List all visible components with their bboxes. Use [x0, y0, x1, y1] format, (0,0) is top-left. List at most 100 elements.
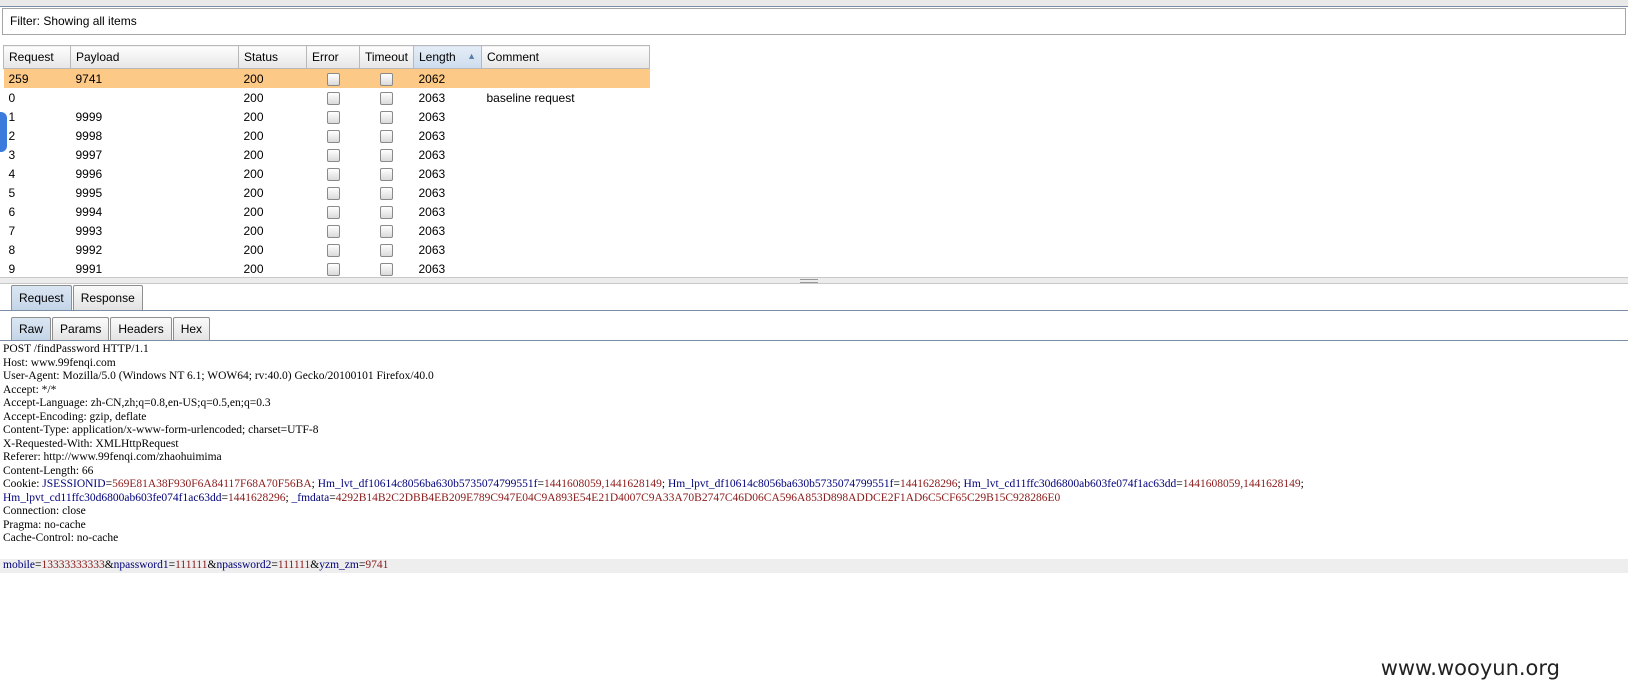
cookie-label: Cookie: [3, 478, 40, 490]
cell-request: 8 [8, 242, 16, 257]
table-row[interactable]: 1 9999 200 2063 [4, 107, 650, 126]
tab-hex[interactable]: Hex [172, 317, 211, 341]
cell-request: 5 [8, 185, 16, 200]
error-checkbox[interactable] [326, 224, 340, 238]
cell-timeout [360, 145, 414, 164]
body-param-name: npassword1 [113, 559, 169, 571]
timeout-checkbox[interactable] [380, 129, 393, 143]
error-checkbox[interactable] [326, 167, 340, 181]
error-checkbox[interactable] [326, 148, 340, 162]
table-row[interactable]: 4 9996 200 2063 [4, 164, 650, 183]
timeout-checkbox[interactable] [380, 243, 393, 257]
timeout-checkbox[interactable] [380, 148, 393, 162]
filter-text: Filter: Showing all items [10, 14, 137, 28]
table-row[interactable]: 9 9991 200 2063 [4, 259, 650, 278]
cell-timeout [360, 126, 414, 145]
table-row[interactable]: 2 9998 200 2063 [4, 126, 650, 145]
table-row[interactable]: 8 9992 200 2063 [4, 240, 650, 259]
tab-underline [0, 310, 1628, 311]
cell-error [307, 240, 360, 259]
raw-line: X-Requested-With: XMLHttpRequest [0, 438, 1628, 452]
column-header-request[interactable]: Request [3, 45, 71, 69]
cell-length: 2063 [418, 261, 446, 276]
cell-length: 2063 [418, 109, 446, 124]
cookie-name: Hm_lpvt_cd11ffc30d6800ab603fe074f1ac63dd [3, 491, 222, 504]
tab-params[interactable]: Params [52, 317, 110, 341]
tab-headers[interactable]: Headers [110, 317, 172, 341]
cell-error [306, 68, 360, 88]
cell-request: 9 [8, 261, 16, 276]
cell-request: 2 [8, 128, 16, 143]
cell-status: 200 [243, 223, 264, 238]
header-line-text: Content-Length: 66 [3, 464, 94, 477]
results-table-pane: Request Payload Status Error Timeout Len… [3, 45, 1628, 278]
cookie-value: 1441628296 [899, 478, 958, 490]
table-row[interactable]: 6 9994 200 2063 [4, 202, 650, 221]
table-row[interactable]: 259 9741 200 2062 [3, 68, 650, 88]
cell-request: 1 [8, 109, 16, 124]
column-header-status[interactable]: Status [238, 45, 307, 69]
timeout-checkbox[interactable] [380, 205, 393, 219]
split-pane-divider[interactable] [0, 277, 1628, 284]
header-line-text: Content-Type: application/x-www-form-url… [3, 424, 319, 436]
timeout-checkbox[interactable] [380, 91, 393, 105]
header-line-text: Accept-Language: zh-CN,zh;q=0.8,en-US;q=… [3, 397, 271, 409]
cell-length: 2063 [418, 147, 446, 162]
table-row[interactable]: 3 9997 200 2063 [4, 145, 650, 164]
cell-error [307, 221, 360, 240]
raw-line: POST /findPassword HTTP/1.1 [0, 343, 1628, 357]
timeout-checkbox[interactable] [380, 72, 393, 86]
error-checkbox[interactable] [326, 129, 340, 143]
column-header-payload[interactable]: Payload [70, 45, 239, 69]
cell-payload: 9997 [75, 147, 103, 162]
column-header-error[interactable]: Error [306, 45, 360, 69]
error-checkbox[interactable] [326, 262, 340, 276]
cookie-name: _fmdata [291, 491, 330, 504]
cell-length: 2063 [418, 185, 446, 200]
cookie-name: Hm_lvt_df10614c8056ba630b5735074799551f [317, 478, 538, 490]
tab-request[interactable]: Request [11, 285, 72, 311]
divider-grip-icon [800, 279, 818, 283]
table-row[interactable]: 7 9993 200 2063 [4, 221, 650, 240]
column-header-timeout[interactable]: Timeout [359, 45, 414, 69]
body-param-value: 13333333333 [41, 559, 105, 571]
error-checkbox[interactable] [326, 91, 340, 105]
cell-comment [482, 107, 650, 126]
request-response-tabs: Request Response [11, 285, 144, 311]
timeout-checkbox[interactable] [380, 110, 393, 124]
filter-bar[interactable]: Filter: Showing all items [2, 8, 1626, 35]
error-checkbox[interactable] [326, 243, 340, 257]
column-header-comment[interactable]: Comment [481, 45, 650, 69]
scroll-highlight-marker [0, 112, 7, 152]
raw-request-editor[interactable]: POST /findPassword HTTP/1.1 Host: www.99f… [0, 343, 1628, 695]
body-param-name: npassword2 [216, 559, 272, 571]
cell-request: 7 [8, 223, 16, 238]
timeout-checkbox[interactable] [380, 224, 393, 238]
cell-error [307, 88, 360, 107]
cell-request: 6 [8, 204, 16, 219]
timeout-checkbox[interactable] [380, 167, 393, 181]
error-checkbox[interactable] [326, 205, 340, 219]
cell-error [307, 126, 360, 145]
cookie-value: 1441608059,1441628149 [543, 478, 662, 490]
cell-status: 200 [243, 185, 264, 200]
body-param-value: 9741 [365, 559, 389, 571]
error-checkbox[interactable] [326, 72, 340, 86]
cookie-value: 569E81A38F930F6A84117F68A70F56BA [112, 478, 312, 490]
timeout-checkbox[interactable] [380, 262, 393, 276]
cell-timeout [360, 107, 414, 126]
tab-response[interactable]: Response [72, 285, 143, 311]
table-row[interactable]: 5 9995 200 2063 [4, 183, 650, 202]
header-line-text: POST /findPassword HTTP/1.1 [3, 343, 149, 355]
timeout-checkbox[interactable] [380, 186, 393, 200]
cell-timeout [359, 68, 414, 88]
tab-raw[interactable]: Raw [11, 317, 52, 341]
cell-payload: 9994 [75, 204, 103, 219]
error-checkbox[interactable] [326, 186, 340, 200]
cell-comment [481, 68, 650, 88]
table-row[interactable]: 0 200 2063 baseline request [4, 88, 650, 107]
column-header-length[interactable]: Length ▲ [413, 45, 482, 69]
error-checkbox[interactable] [326, 110, 340, 124]
cell-payload: 9993 [75, 223, 103, 238]
cell-timeout [360, 240, 414, 259]
